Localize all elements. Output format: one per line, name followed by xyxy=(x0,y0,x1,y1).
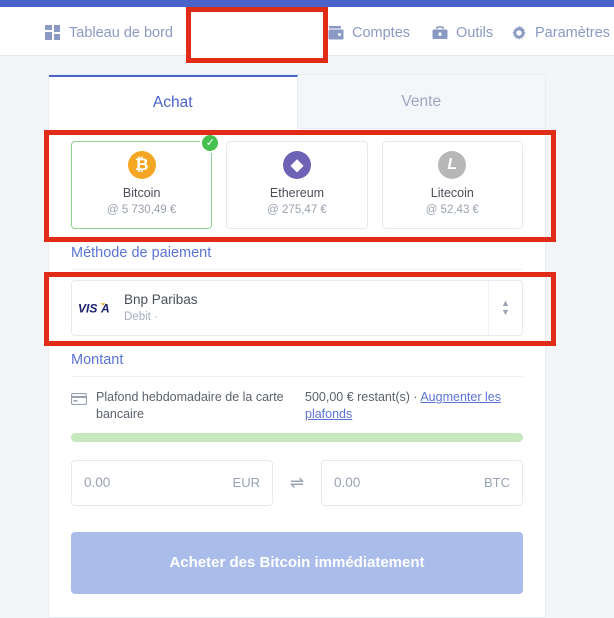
nav-label-dashboard: Tableau de bord xyxy=(69,24,173,41)
crypto-name-bitcoin: Bitcoin xyxy=(122,186,161,201)
payment-stepper-icon[interactable]: ▲ ▼ xyxy=(488,281,522,335)
payment-method-heading: Méthode de paiement xyxy=(71,245,212,261)
card-limit-progress-bar xyxy=(71,432,523,442)
selected-check-icon: ✓ xyxy=(200,133,221,153)
crypto-amount-input[interactable]: 0.00 BTC xyxy=(321,459,523,506)
crypto-name-ethereum: Ethereum xyxy=(269,186,325,201)
nav-item-tools[interactable]: Outils xyxy=(431,24,493,42)
payment-method-section: Méthode de paiement VIS A Bnp Paribas De… xyxy=(49,229,545,336)
crypto-price-ethereum: @ 275,47 € xyxy=(267,203,327,216)
nav-item-accounts[interactable]: Comptes xyxy=(327,24,410,42)
amount-section: Montant Plafond hebdomadaire de la carte… xyxy=(49,336,545,506)
nav-label-settings: Paramètres xyxy=(535,24,610,41)
amount-heading: Montant xyxy=(71,352,124,368)
crypto-name-litecoin: Litecoin xyxy=(430,186,474,201)
crypto-price-litecoin: @ 52,43 € xyxy=(425,203,479,216)
crypto-price-bitcoin: @ 5 730,49 € xyxy=(107,203,177,216)
page-root: Tableau de bord Achat/vente Comptes Outi… xyxy=(0,0,614,618)
tab-achat-label: Achat xyxy=(152,93,193,111)
trade-tabs: Achat Vente xyxy=(49,75,545,129)
fiat-amount-value: 0.00 xyxy=(84,475,111,491)
swap-currency-icon[interactable]: ⇌ xyxy=(273,473,321,493)
nav-label-trade: Achat/vente xyxy=(225,24,302,41)
crypto-selector: ✓ ₿ Bitcoin @ 5 730,49 € ◆ Ethereum @ 27… xyxy=(49,129,545,229)
tab-vente-label: Vente xyxy=(401,92,442,110)
card-limit-row: Plafond hebdomadaire de la carte bancair… xyxy=(70,377,523,423)
nav-label-accounts: Comptes xyxy=(352,24,411,41)
top-accent-strip xyxy=(0,0,614,7)
payment-method-text: Bnp Paribas Debit · xyxy=(124,291,488,325)
tab-achat[interactable]: Achat xyxy=(49,75,298,129)
stepper-down-icon[interactable]: ▼ xyxy=(501,307,510,317)
card-limit-label: Plafond hebdomadaire de la carte bancair… xyxy=(96,390,284,421)
svg-text:VIS: VIS xyxy=(78,302,97,316)
fiat-currency-label: EUR xyxy=(232,475,260,491)
crypto-amount-value: 0.00 xyxy=(334,475,361,491)
fiat-amount-input[interactable]: 0.00 EUR xyxy=(71,459,273,506)
nav-item-trade[interactable]: Achat/vente xyxy=(200,24,302,42)
wallet-icon xyxy=(327,24,345,42)
card-limit-remaining: 500,00 € restant(s) · xyxy=(305,390,421,404)
tab-vente[interactable]: Vente xyxy=(297,75,545,129)
toolbox-icon xyxy=(431,24,449,42)
card-limit-value: 500,00 € restant(s) · Augmenter les plaf… xyxy=(305,389,523,423)
litecoin-icon: L xyxy=(438,151,467,180)
main-navbar: Tableau de bord Achat/vente Comptes Outi… xyxy=(0,7,614,56)
exchange-arrows-icon xyxy=(200,24,218,42)
grid-dashboard-icon xyxy=(44,24,62,42)
nav-item-dashboard[interactable]: Tableau de bord xyxy=(44,24,173,42)
bitcoin-icon: ₿ xyxy=(127,151,156,180)
amount-inputs-row: 0.00 EUR ⇌ 0.00 BTC xyxy=(71,442,523,506)
crypto-currency-label: BTC xyxy=(484,475,510,491)
nav-label-tools: Outils xyxy=(456,24,494,41)
trade-panel-card: Achat Vente ✓ ₿ Bitcoin @ 5 730,49 € ◆ E… xyxy=(48,74,546,618)
nav-item-settings[interactable]: Paramètres xyxy=(510,24,610,42)
gear-icon xyxy=(510,24,528,42)
payment-card-type: Debit · xyxy=(124,311,158,324)
payment-divider xyxy=(71,269,523,270)
crypto-card-bitcoin[interactable]: ✓ ₿ Bitcoin @ 5 730,49 € xyxy=(71,133,221,229)
payment-method-select[interactable]: VIS A Bnp Paribas Debit · ▲ ▼ xyxy=(71,280,523,336)
payment-bank-name: Bnp Paribas xyxy=(124,291,198,307)
visa-icon: VIS A xyxy=(72,301,124,316)
ethereum-icon: ◆ xyxy=(282,151,311,180)
credit-card-icon xyxy=(70,392,88,410)
crypto-card-litecoin[interactable]: L Litecoin @ 52,43 € xyxy=(381,141,523,229)
buy-bitcoin-button[interactable]: Acheter des Bitcoin immédiatement xyxy=(71,531,523,594)
crypto-card-ethereum[interactable]: ◆ Ethereum @ 275,47 € xyxy=(226,141,368,229)
